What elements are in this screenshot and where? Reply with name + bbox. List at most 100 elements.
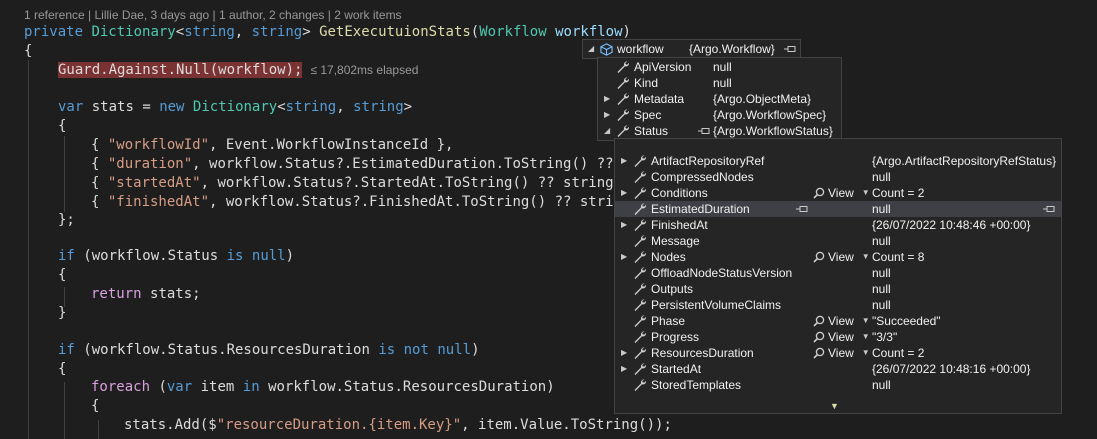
datatip-row[interactable]: Phase View ▼ "Succeeded" [615, 313, 1061, 329]
datatip-row[interactable]: ▶ FinishedAt {26/07/2022 10:48:46 +00:00} [615, 217, 1061, 233]
scroll-down-icon[interactable]: ▼ [830, 401, 839, 411]
property-name: Conditions [651, 186, 708, 200]
magnifier-icon [813, 331, 825, 343]
pin-icon[interactable] [796, 205, 808, 213]
code-line-if-open: { [58, 267, 67, 283]
datatip-row[interactable]: ▶ Spec {Argo.WorkflowSpec} [598, 107, 841, 123]
dropdown-caret-icon[interactable]: ▼ [862, 249, 870, 265]
property-value: Count = 2 [872, 186, 925, 200]
pin-icon[interactable] [698, 127, 710, 135]
datatip-row[interactable]: Outputs null [615, 281, 1061, 297]
code-line-open-brace: { [24, 43, 33, 59]
datatip-status[interactable]: ▶ ArtifactRepositoryRef {Argo.ArtifactRepo… [614, 138, 1062, 414]
datatip-level1[interactable]: ApiVersion null Kind null ▶ Metadata {Argo.Obj… [597, 57, 842, 141]
keyword: if [58, 342, 75, 358]
code-line-if2-open: { [58, 361, 67, 377]
expand-arrow-icon[interactable]: ▶ [621, 345, 627, 361]
magnifier-icon [813, 187, 825, 199]
datatip-row[interactable]: ▶ ArtifactRepositoryRef {Argo.ArtifactRepo… [615, 153, 1061, 169]
indent-guide [64, 382, 65, 439]
datatip-row[interactable]: EstimatedDuration null [615, 201, 1061, 217]
code-line-if-null: if (workflow.Status is null) [58, 248, 295, 264]
expand-arrow-icon[interactable]: ▶ [621, 185, 627, 201]
view-visualizer-button[interactable]: View ▼ [813, 185, 870, 201]
property-name: StartedAt [651, 362, 702, 376]
datatip-row[interactable]: ▶ Metadata {Argo.ObjectMeta} [598, 91, 841, 107]
datatip-row[interactable]: Kind null [598, 75, 841, 91]
property-value: "3/3" [872, 330, 898, 344]
property-value: null [872, 266, 891, 280]
keyword: null [437, 342, 472, 358]
expand-arrow-icon[interactable]: ▶ [621, 217, 627, 233]
keyword: in [242, 379, 260, 395]
view-label: View [828, 346, 854, 360]
expand-arrow-icon[interactable]: ▶ [621, 249, 627, 265]
property-name: ResourcesDuration [651, 346, 754, 360]
wrench-icon [634, 363, 646, 375]
string-literal: "finishedAt" [107, 194, 210, 210]
datatip-root[interactable]: ◢ workflow {Argo.Workflow} [582, 39, 801, 59]
string-literal: "workflowId" [107, 137, 210, 153]
datatip-row[interactable]: CompressedNodes null [615, 169, 1061, 185]
expand-arrow-icon[interactable]: ▶ [621, 153, 627, 169]
keyword: string [353, 99, 404, 115]
dropdown-caret-icon[interactable]: ▼ [862, 345, 870, 361]
datatip-root-row[interactable]: ◢ workflow {Argo.Workflow} [583, 41, 800, 57]
magnifier-icon [813, 315, 825, 327]
datatip-row[interactable]: ▶ Conditions View ▼ Count = 2 [615, 185, 1061, 201]
current-statement-highlight[interactable]: Guard.Against.Null(workflow); [58, 62, 303, 78]
view-label: View [828, 314, 854, 328]
code-line-if-close: } [58, 305, 67, 321]
datatip-row[interactable]: ApiVersion null [598, 59, 841, 75]
datatip-row[interactable]: Message null [615, 233, 1061, 249]
code-line-init-open: { [58, 118, 67, 134]
property-name: Nodes [651, 250, 686, 264]
pin-icon[interactable] [784, 45, 796, 53]
pin-icon[interactable] [1043, 205, 1055, 213]
param-name: workflow [555, 24, 623, 40]
property-name: StoredTemplates [651, 378, 742, 392]
identifier: stats [91, 99, 134, 115]
view-visualizer-button[interactable]: View ▼ [813, 345, 870, 361]
view-visualizer-button[interactable]: View ▼ [813, 249, 870, 265]
keyword: is [378, 342, 396, 358]
datatip-row[interactable]: PersistentVolumeClaims null [615, 297, 1061, 313]
datatip-row[interactable]: ▶ StartedAt {26/07/2022 10:48:16 +00:00} [615, 361, 1061, 377]
expand-arrow-icon[interactable]: ▶ [604, 107, 610, 123]
dropdown-caret-icon[interactable]: ▼ [862, 329, 870, 345]
property-value: null [713, 60, 732, 74]
code-line-return: return stats; [91, 285, 201, 304]
property-value: null [872, 170, 891, 184]
dropdown-caret-icon[interactable]: ▼ [862, 313, 870, 329]
keyword: string [184, 24, 235, 40]
codelens-info[interactable]: 1 reference | Lillie Dae, 3 days ago | 1… [24, 8, 402, 22]
expand-arrow-icon[interactable]: ▶ [621, 361, 627, 377]
property-value: Count = 8 [872, 250, 925, 264]
collapse-arrow-icon[interactable]: ◢ [588, 41, 594, 57]
datatip-row[interactable]: ▶ Nodes View ▼ Count = 8 [615, 249, 1061, 265]
perftip-elapsed[interactable]: ≤ 17,802ms elapsed [310, 63, 418, 77]
property-name: EstimatedDuration [651, 202, 750, 216]
dropdown-caret-icon[interactable]: ▼ [862, 185, 870, 201]
view-visualizer-button[interactable]: View ▼ [813, 313, 870, 329]
string-literal: "startedAt" [107, 175, 201, 191]
datatip-row[interactable]: StoredTemplates null [615, 377, 1061, 393]
wrench-icon [617, 125, 629, 137]
datatip-row[interactable]: ◢ Status {Argo.WorkflowStatus} [598, 123, 841, 139]
property-value: {Argo.ObjectMeta} [713, 92, 812, 106]
expression: Event.WorkflowInstanceId }, [225, 137, 454, 153]
datatip-root-value: {Argo.Workflow} [689, 42, 775, 56]
view-visualizer-button[interactable]: View ▼ [813, 329, 870, 345]
property-value: {26/07/2022 10:48:46 +00:00} [872, 218, 1031, 232]
expression: workflow.Status.ResourcesDuration [91, 342, 370, 358]
property-value: null [713, 76, 732, 90]
property-name: Phase [651, 314, 686, 328]
keyword: private [24, 24, 84, 40]
datatip-row[interactable]: Progress View ▼ "3/3" [615, 329, 1061, 345]
view-label: View [828, 250, 854, 264]
datatip-row[interactable]: ▶ ResourcesDuration View ▼ Count = 2 [615, 345, 1061, 361]
property-name: Metadata [634, 92, 685, 106]
datatip-row[interactable]: OffloadNodeStatusVersion null [615, 265, 1061, 281]
expand-arrow-icon[interactable]: ▶ [604, 91, 610, 107]
collapse-arrow-icon[interactable]: ◢ [604, 123, 610, 139]
